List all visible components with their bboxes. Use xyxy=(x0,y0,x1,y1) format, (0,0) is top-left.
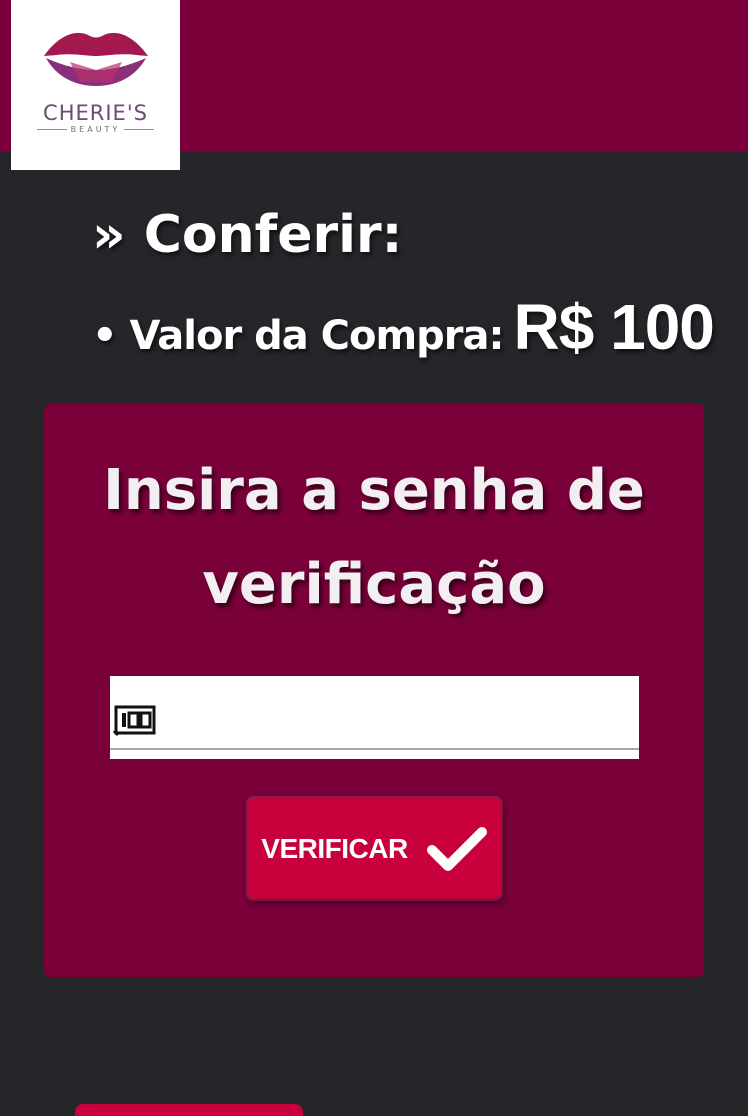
brand-subtitle-row: BEAUTY xyxy=(36,125,155,134)
lips-logo-icon xyxy=(43,32,148,86)
verification-code-field[interactable] xyxy=(110,676,639,759)
purchase-value-row: • Valor da Compra: R$ 100 xyxy=(92,290,715,364)
brand-logo[interactable]: CHERIE'S BEAUTY xyxy=(11,0,180,170)
verify-button-label: VERIFICAR xyxy=(261,832,408,864)
checkmark-icon xyxy=(426,826,487,871)
purchase-value-label: • Valor da Compra: xyxy=(92,313,505,359)
page: CHERIE'S BEAUTY » Conferir: • Valor da C… xyxy=(0,0,748,1116)
brand-subtitle: BEAUTY xyxy=(70,125,121,134)
verification-code-input[interactable] xyxy=(160,676,630,748)
keypad-100-icon xyxy=(112,705,156,737)
brand-name: CHERIE'S xyxy=(43,101,148,125)
purchase-value-amount: R$ 100 xyxy=(513,291,715,363)
verify-button[interactable]: VERIFICAR xyxy=(248,798,501,899)
summary-heading: » Conferir: xyxy=(92,205,403,265)
verification-card: Insira a senha de verificação VERIFICAR xyxy=(44,404,704,977)
verification-title: Insira a senha de verificação xyxy=(103,458,645,617)
bottom-action-button[interactable] xyxy=(75,1104,303,1116)
divider xyxy=(124,129,155,130)
divider xyxy=(36,129,67,130)
